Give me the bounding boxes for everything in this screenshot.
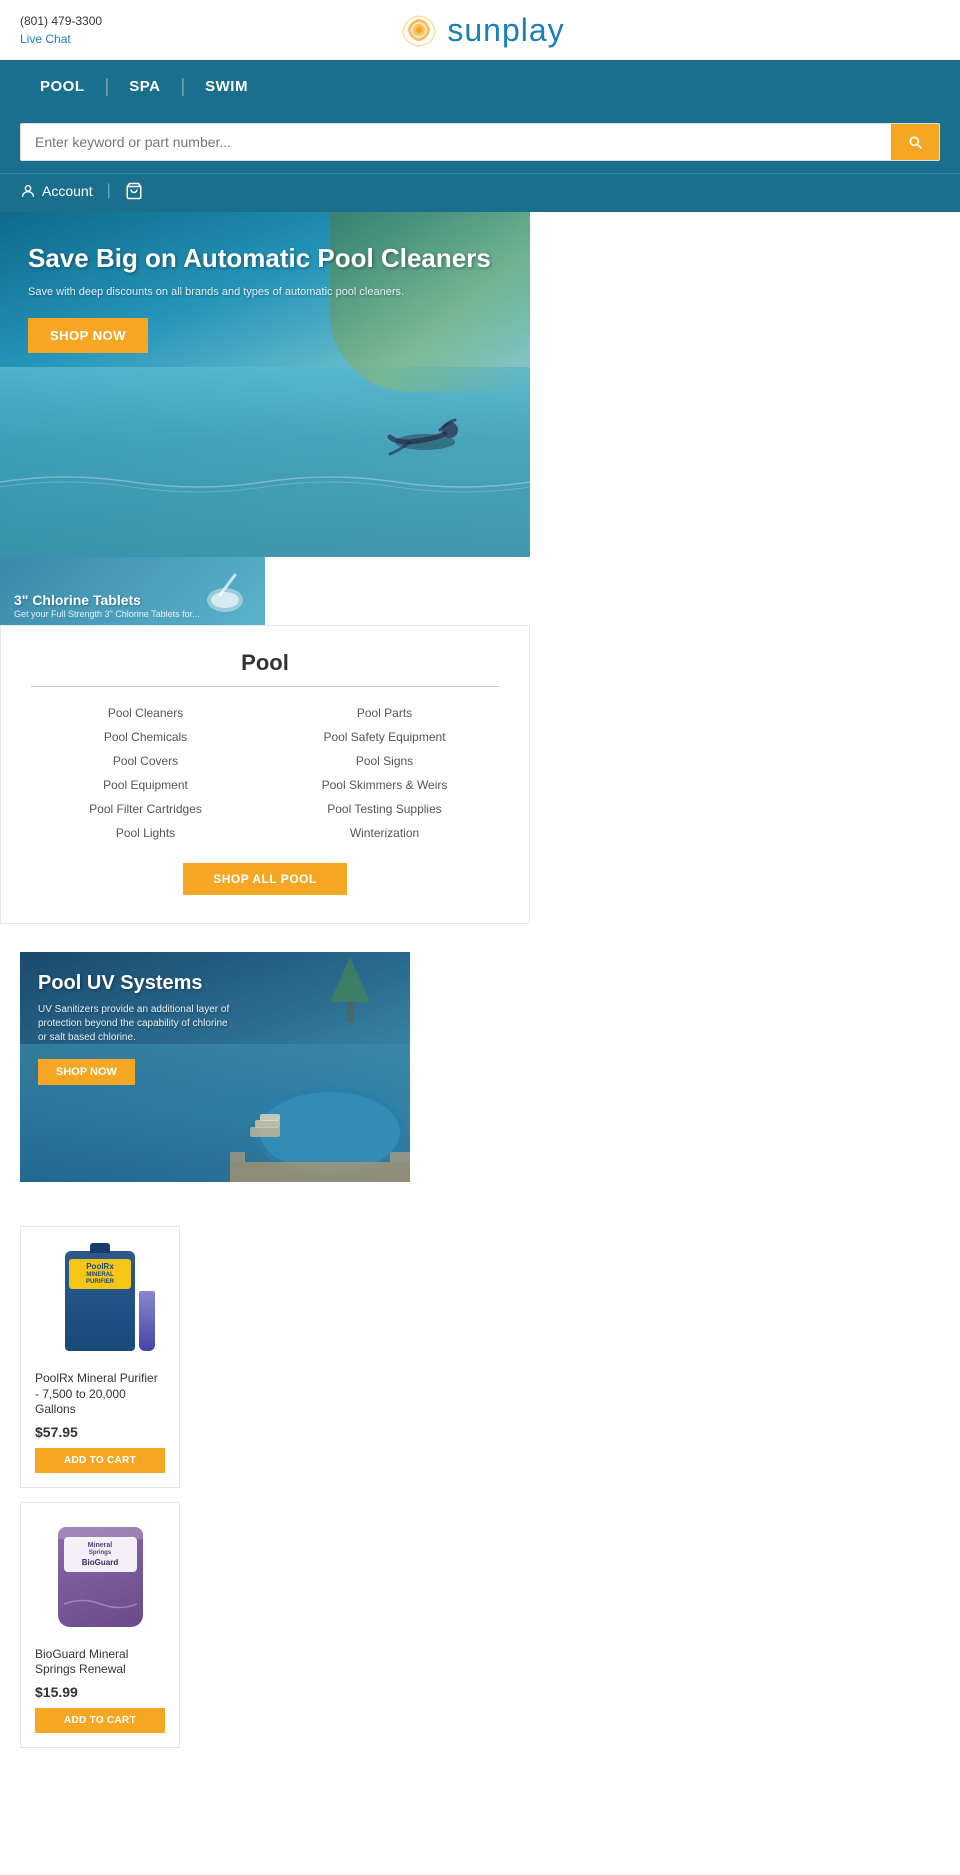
pool-link-filter-cartridges[interactable]: Pool Filter Cartridges	[31, 799, 260, 819]
product-price-poolrx: $57.95	[35, 1424, 165, 1440]
add-to-cart-poolrx[interactable]: ADD TO CART	[35, 1448, 165, 1473]
chlorine-mini-subtitle: Get your Full Strength 3" Chlorine Table…	[14, 609, 200, 619]
chlorine-svg	[195, 565, 255, 620]
hero-banner: Save Big on Automatic Pool Cleaners Save…	[0, 212, 530, 557]
logo-icon	[397, 8, 441, 52]
search-icon	[907, 134, 923, 150]
wave-svg	[0, 467, 530, 497]
products-section: PoolRx MINERAL PURIFIER PoolRx Mineral P…	[0, 1210, 960, 1778]
pool-link-equipment[interactable]: Pool Equipment	[31, 775, 260, 795]
uv-title: Pool UV Systems	[38, 972, 238, 995]
product-image-bioguard: Mineral Springs BioGuard	[40, 1517, 160, 1637]
poolrx-label: PoolRx MINERAL PURIFIER	[69, 1259, 131, 1289]
bottle-cap	[90, 1243, 110, 1253]
hero-content: Save Big on Automatic Pool Cleaners Save…	[28, 242, 520, 353]
pool-category-section: Pool Pool Cleaners Pool Parts Pool Chemi…	[0, 625, 530, 924]
nav-pool[interactable]: POOL	[20, 60, 105, 113]
pool-link-testing[interactable]: Pool Testing Supplies	[270, 799, 499, 819]
pool-link-chemicals[interactable]: Pool Chemicals	[31, 727, 260, 747]
product-price-bioguard: $15.99	[35, 1684, 165, 1700]
pool-link-cleaners[interactable]: Pool Cleaners	[31, 703, 260, 723]
pool-link-covers[interactable]: Pool Covers	[31, 751, 260, 771]
swimmer-icon	[380, 412, 470, 457]
search-input[interactable]	[21, 124, 891, 160]
phone-number[interactable]: (801) 479-3300	[20, 14, 102, 28]
product-card-bioguard: Mineral Springs BioGuard BioGuard Minera…	[20, 1502, 180, 1748]
bag-waves-svg	[64, 1592, 137, 1617]
product-image-poolrx: PoolRx MINERAL PURIFIER	[40, 1241, 160, 1361]
account-icon	[20, 183, 36, 199]
poolrx-bottle: PoolRx MINERAL PURIFIER	[65, 1251, 135, 1351]
search-button[interactable]	[891, 124, 939, 160]
hero-section: Save Big on Automatic Pool Cleaners Save…	[0, 212, 960, 625]
poolrx-illustration: PoolRx MINERAL PURIFIER	[65, 1251, 135, 1351]
pool-section-heading: Pool	[31, 650, 499, 676]
pool-water-bg	[0, 367, 530, 557]
account-label: Account	[42, 183, 93, 199]
cart-icon	[125, 182, 143, 200]
shop-all-pool-wrap: SHOP ALL POOL	[31, 863, 499, 895]
uv-content: Pool UV Systems UV Sanitizers provide an…	[38, 972, 238, 1085]
product-card-poolrx: PoolRx MINERAL PURIFIER PoolRx Mineral P…	[20, 1226, 180, 1488]
account-link[interactable]: Account	[20, 183, 93, 199]
poolrx-test-tube	[139, 1291, 155, 1351]
swimmer-area	[380, 412, 470, 457]
pool-svg	[230, 1042, 410, 1182]
nav-swim[interactable]: SWIM	[185, 60, 268, 113]
landscape-svg	[320, 952, 380, 1032]
hero-title: Save Big on Automatic Pool Cleaners	[28, 242, 520, 275]
pool-link-lights[interactable]: Pool Lights	[31, 823, 260, 843]
search-bar	[0, 113, 960, 173]
shop-all-pool-button[interactable]: SHOP ALL POOL	[183, 863, 347, 895]
mini-banner-row: 3" Chlorine Tablets Get your Full Streng…	[0, 557, 960, 625]
pool-link-skimmers[interactable]: Pool Skimmers & Weirs	[270, 775, 499, 795]
pool-link-safety[interactable]: Pool Safety Equipment	[270, 727, 499, 747]
chlorine-mini-content: 3" Chlorine Tablets Get your Full Streng…	[14, 592, 200, 619]
contact-info: (801) 479-3300 Live Chat	[20, 12, 102, 48]
account-bar: Account |	[0, 173, 960, 212]
chlorine-illustration	[195, 565, 255, 620]
hero-subtitle: Save with deep discounts on all brands a…	[28, 285, 520, 300]
main-navigation: POOL | SPA | SWIM	[0, 60, 960, 113]
uv-subtitle: UV Sanitizers provide an additional laye…	[38, 1003, 238, 1045]
pool-link-parts[interactable]: Pool Parts	[270, 703, 499, 723]
product-name-bioguard: BioGuard Mineral Springs Renewal	[35, 1647, 165, 1678]
wave-lines	[0, 467, 530, 497]
logo[interactable]: sunplay	[397, 8, 564, 52]
pool-link-signs[interactable]: Pool Signs	[270, 751, 499, 771]
bioguard-bag: Mineral Springs BioGuard	[58, 1527, 143, 1627]
account-nav-divider: |	[107, 182, 111, 200]
top-bar: (801) 479-3300 Live Chat sunplay	[0, 0, 960, 60]
bioguard-label: Mineral Springs BioGuard	[64, 1537, 137, 1572]
uv-banner-section: Pool UV Systems UV Sanitizers provide an…	[0, 924, 960, 1210]
chlorine-mini-banner[interactable]: 3" Chlorine Tablets Get your Full Streng…	[0, 557, 265, 625]
cart-link[interactable]	[125, 182, 143, 200]
uv-landscape	[320, 952, 380, 1032]
add-to-cart-bioguard[interactable]: ADD TO CART	[35, 1708, 165, 1733]
uv-banner: Pool UV Systems UV Sanitizers provide an…	[20, 952, 410, 1182]
search-input-wrap	[20, 123, 940, 161]
pool-link-winterization[interactable]: Winterization	[270, 823, 499, 843]
hero-shop-now-button[interactable]: SHOP NOW	[28, 318, 148, 353]
chlorine-mini-title: 3" Chlorine Tablets	[14, 592, 200, 608]
uv-pool-illustration	[230, 1042, 410, 1182]
section-divider	[31, 686, 499, 687]
uv-shop-now-button[interactable]: SHOP NOW	[38, 1059, 135, 1085]
product-name-poolrx: PoolRx Mineral Purifier - 7,500 to 20,00…	[35, 1371, 165, 1418]
logo-text: sunplay	[447, 12, 564, 49]
nav-spa[interactable]: SPA	[109, 60, 180, 113]
live-chat-link[interactable]: Live Chat	[20, 30, 102, 48]
bioguard-illustration: Mineral Springs BioGuard	[58, 1527, 143, 1627]
bag-waves	[64, 1592, 137, 1617]
pool-links-grid: Pool Cleaners Pool Parts Pool Chemicals …	[31, 703, 499, 843]
